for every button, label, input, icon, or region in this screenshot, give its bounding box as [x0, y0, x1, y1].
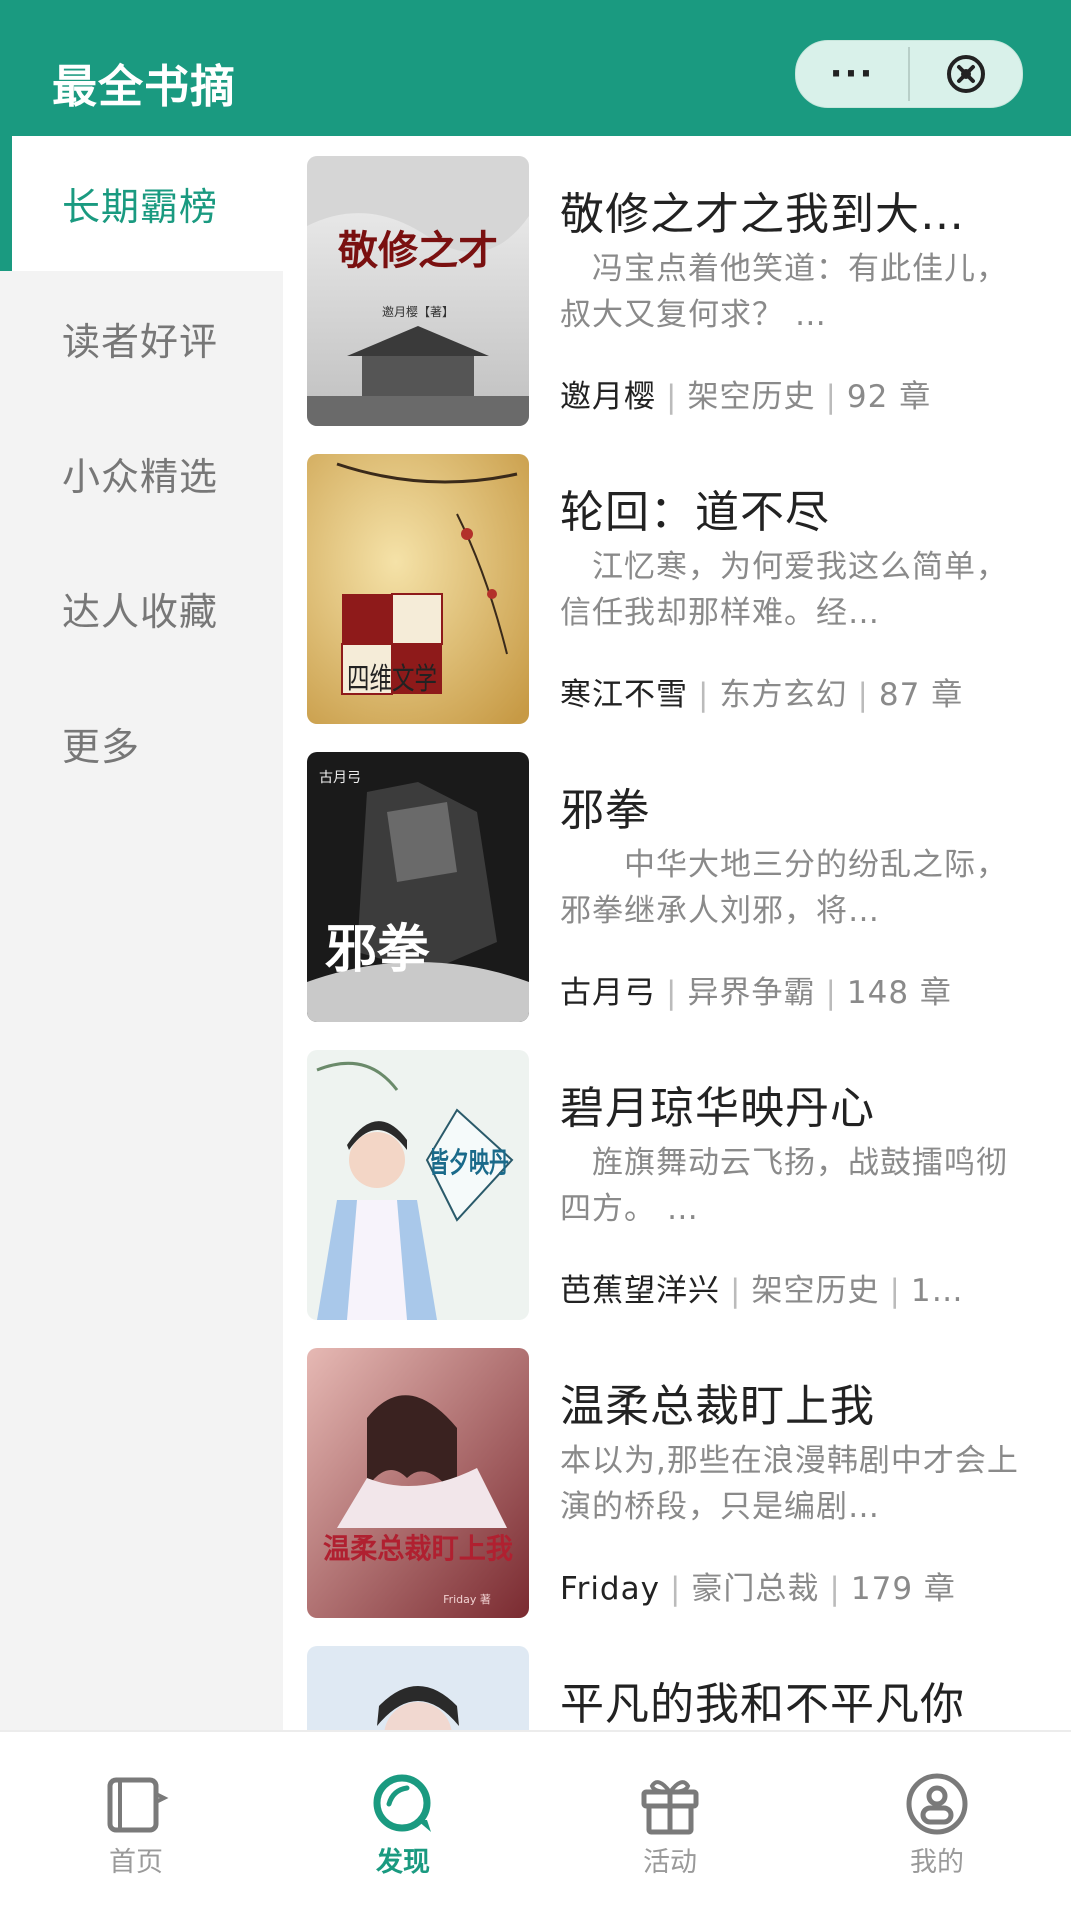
cover-author: 古月弓	[319, 770, 361, 786]
sidebar-item-more[interactable]: 更多	[0, 676, 283, 811]
book-author: 芭蕉望洋兴	[560, 1273, 720, 1309]
book-category: 豪门总裁	[691, 1571, 820, 1607]
book-cover: 皆夕映丹	[307, 1050, 529, 1320]
cover-author: 邀月樱【著】	[382, 304, 454, 319]
profile-icon	[906, 1773, 968, 1835]
book-title: 碧月琼华映丹心	[560, 1083, 875, 1134]
book-chapters: 87 章	[878, 677, 964, 713]
book-author: 古月弓	[560, 975, 656, 1011]
tab-discover[interactable]: 发现	[313, 1732, 493, 1913]
book-item[interactable]: 平凡的我和不平凡你	[283, 1626, 1071, 1730]
book-cover: 敬修之才 邀月樱【著】	[307, 156, 529, 426]
book-item[interactable]: 四维文学 轮回：道不尽 江忆寒，为何爱我这么简单，信任我却那样难。经… 寒江不雪…	[283, 434, 1071, 732]
tab-label: 发现	[376, 1847, 430, 1878]
more-button[interactable]: ···	[796, 41, 908, 107]
cover-title: 邪拳	[325, 921, 430, 979]
book-title: 平凡的我和不平凡你	[560, 1679, 965, 1730]
nav-header: 最全书摘 ···	[0, 0, 1071, 136]
discover-icon	[373, 1774, 431, 1832]
book-title: 邪拳	[560, 785, 650, 836]
book-meta: 芭蕉望洋兴 | 架空历史 | 1…	[560, 1273, 964, 1309]
book-cover	[307, 1646, 529, 1730]
sidebar-item-long-term[interactable]: 长期霸榜	[0, 136, 283, 271]
tab-home[interactable]: 首页	[46, 1732, 226, 1913]
close-button[interactable]	[910, 41, 1022, 107]
book-description: 冯宝点着他笑道：有此佳儿，叔大又复何求？ …	[560, 251, 1008, 333]
book-author: Friday	[560, 1571, 660, 1607]
book-author: 寒江不雪	[560, 677, 688, 713]
book-chapters: 179 章	[850, 1571, 956, 1607]
book-category: 架空历史	[751, 1273, 880, 1309]
book-item[interactable]: 皆夕映丹 碧月琼华映丹心 旌旗舞动云飞扬，战鼓擂鸣彻四方。 … 芭蕉望洋兴|架空…	[283, 1030, 1071, 1328]
book-chapters: 92 章	[846, 379, 932, 415]
cover-title: 四维文学	[347, 663, 437, 696]
cover-title: 敬修之才	[337, 228, 498, 273]
book-meta: 寒江不雪 | 东方玄幻 | 87 章	[560, 677, 964, 713]
mini-program-capsule: ···	[795, 40, 1023, 108]
tab-label: 首页	[109, 1847, 163, 1878]
gift-icon	[641, 1780, 699, 1835]
book-meta: 邀月樱 | 架空历史 | 92 章	[560, 379, 932, 415]
book-item[interactable]: 温柔总裁盯上我 Friday 著 温柔总裁盯上我 本以为,那些在浪漫韩剧中才会上…	[283, 1328, 1071, 1626]
sidebar-item-reader-praise[interactable]: 读者好评	[0, 271, 283, 406]
close-circle-icon	[947, 55, 985, 93]
bottom-tab-bar: 首页 发现 活动 我的	[0, 1730, 1071, 1913]
book-description: 本以为,那些在浪漫韩剧中才会上演的桥段，只是编剧…	[560, 1443, 1019, 1525]
cover-author: Friday 著	[443, 1592, 491, 1606]
book-description: 中华大地三分的纷乱之际，邪拳继承人刘邪，将…	[560, 847, 1008, 929]
book-chapters: 148 章	[846, 975, 952, 1011]
book-description: 旌旗舞动云飞扬，战鼓擂鸣彻四方。 …	[560, 1145, 1008, 1227]
book-item[interactable]: 古月弓 邪拳 邪拳 中华大地三分的纷乱之际，邪拳继承人刘邪，将… 古月弓 | 异界争…	[283, 732, 1071, 1030]
book-title: 温柔总裁盯上我	[560, 1381, 875, 1432]
book-description: 江忆寒，为何爱我这么简单，信任我却那样难。经…	[560, 549, 1008, 631]
book-category: 架空历史	[687, 379, 816, 415]
book-cover: 四维文学	[307, 454, 529, 724]
tab-profile[interactable]: 我的	[847, 1732, 1027, 1913]
book-cover: 温柔总裁盯上我 Friday 著	[307, 1348, 529, 1618]
book-meta: Friday | 豪门总裁 | 179 章	[560, 1571, 956, 1607]
cover-title: 温柔总裁盯上我	[323, 1533, 513, 1565]
book-title: 敬修之才之我到大…	[560, 189, 965, 240]
tab-label: 我的	[910, 1847, 964, 1878]
category-sidebar: 长期霸榜 读者好评 小众精选 达人收藏 更多	[0, 136, 283, 1730]
book-item[interactable]: 敬修之才 邀月樱【著】 敬修之才之我到大… 冯宝点着他笑道：有此佳儿，叔大又复何…	[283, 136, 1071, 434]
book-icon	[107, 1777, 169, 1833]
sidebar-item-niche-picks[interactable]: 小众精选	[0, 406, 283, 541]
cover-title: 皆夕映丹	[429, 1146, 509, 1179]
book-chapters: 1…	[910, 1273, 964, 1309]
page-title: 最全书摘	[52, 60, 237, 113]
tab-activity[interactable]: 活动	[580, 1732, 760, 1913]
book-list: 敬修之才 邀月樱【著】 敬修之才之我到大… 冯宝点着他笑道：有此佳儿，叔大又复何…	[283, 136, 1071, 1730]
book-title: 轮回：道不尽	[560, 487, 830, 538]
book-meta: 古月弓 | 异界争霸 | 148 章	[560, 975, 952, 1011]
sidebar-item-expert-collection[interactable]: 达人收藏	[0, 541, 283, 676]
book-author: 邀月樱	[560, 379, 656, 415]
tab-label: 活动	[643, 1847, 697, 1878]
book-category: 东方玄幻	[719, 677, 848, 713]
book-category: 异界争霸	[687, 975, 816, 1011]
book-cover: 古月弓 邪拳	[307, 752, 529, 1022]
